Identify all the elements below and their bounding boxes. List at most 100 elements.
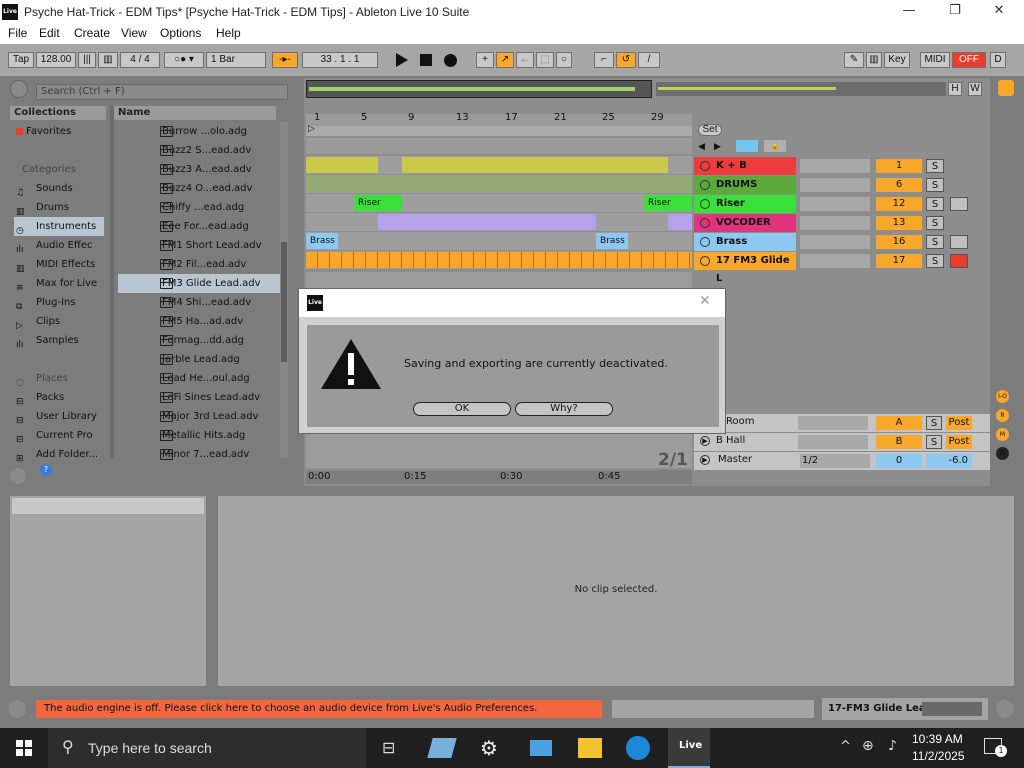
app-icon[interactable] [427,738,457,758]
solo-button[interactable]: S [926,235,944,249]
menu-view[interactable]: View [121,26,147,40]
track-number[interactable]: 16 [876,235,922,249]
sidebar-item-current-project[interactable]: Current Pro ⊟ [14,426,93,445]
h-toggle[interactable]: H [948,82,962,96]
chevron-up-icon[interactable]: ^ [840,739,851,754]
lane-vocoder[interactable] [306,213,692,231]
track-activator-icon[interactable] [700,199,710,209]
nudge-icon[interactable]: ||| [78,52,96,68]
loop-icon[interactable]: ↺ [616,52,636,68]
detail-toggle-icon[interactable] [8,700,26,718]
clip-brass[interactable]: Brass [306,233,338,249]
menu-edit[interactable]: Edit [39,26,60,40]
sidebar-item-samples[interactable]: Samples ılı [14,331,79,350]
solo-button[interactable]: S [926,254,944,268]
solo-button[interactable]: S [926,159,944,173]
menu-options[interactable]: Options [160,26,201,40]
sidebar-item-sounds[interactable]: Sounds ♫ [14,179,73,198]
lane-drums[interactable] [306,175,692,193]
info-icon[interactable]: ? [40,464,52,476]
quantize-select[interactable]: 1 Bar [206,52,266,68]
track-number[interactable]: 6 [876,178,922,192]
record-arm-button[interactable] [950,197,968,211]
audio-engine-warning[interactable]: The audio engine is off. Please click he… [36,700,602,718]
file-list-item[interactable]: Jarble Lead.adg [118,350,288,369]
overdub-icon[interactable]: + [476,52,494,68]
draw-curve-icon[interactable]: ⌐ [594,52,614,68]
sidebar-item-packs[interactable]: Packs ⊟ [14,388,64,407]
file-list-item[interactable]: LoFi Sines Lead.adv [118,388,288,407]
file-list-item[interactable]: Metallic Hits.adg [118,426,288,445]
lane-fm3[interactable] [306,251,692,269]
browser-hide-icon[interactable] [10,468,26,484]
track-number[interactable]: 13 [876,216,922,230]
solo-button[interactable]: S [926,416,942,430]
post-button[interactable]: Post [946,435,972,449]
side-marker-button[interactable]: D [996,447,1009,460]
sidebar-item-max-for-live[interactable]: Max for Live ≡ [14,274,97,293]
track-header[interactable]: VOCODER 13 S [694,214,990,232]
menu-icon[interactable] [998,80,1014,96]
scrollbar[interactable] [280,122,288,458]
lane-brass[interactable]: Brass Brass [306,232,692,250]
key-map-button[interactable]: Key [884,52,910,68]
track-header[interactable]: K + B 1S [694,157,990,175]
back-to-arrangement-icon[interactable]: ← [516,52,534,68]
punch-icon[interactable]: / [638,52,660,68]
mixer-slot[interactable] [800,197,870,211]
browser-toggle-icon[interactable] [10,80,28,98]
search-input[interactable]: Search (Ctrl + F) [36,84,288,100]
solo-button[interactable]: S [926,197,944,211]
file-list-item[interactable]: Formag...dd.adg [118,331,288,350]
close-button[interactable]: ✕ [976,0,1022,24]
clip-brass[interactable]: Brass [596,233,628,249]
sidebar-item-favorites[interactable]: Favorites [14,122,71,141]
track-activator-icon[interactable] [700,237,710,247]
lane-kb[interactable] [306,156,692,174]
track-name[interactable]: 17 FM3 Glide L [694,252,796,284]
stop-icon[interactable] [420,54,432,66]
metronome-icon[interactable]: ○● ▾ [164,52,204,68]
master-track[interactable]: ▶ Master 1/2 0 -6.0 [694,452,990,470]
file-list-item[interactable]: Eee For...ead.adg [118,217,288,236]
panel-divider[interactable] [110,106,114,458]
file-list-item[interactable]: Buzz2 S...ead.adv [118,141,288,160]
clock-date[interactable]: 11/2/2025 [912,749,965,763]
dialog-close-button[interactable]: ✕ [699,293,711,309]
taskbar-live-app[interactable]: Live [668,728,710,768]
file-list-item[interactable]: FM1 Short Lead.adv [118,236,288,255]
master-route-select[interactable]: 1/2 [800,454,870,468]
track-number[interactable]: 1 [876,159,922,173]
track-activator-icon[interactable] [700,256,710,266]
settings-gear-icon[interactable]: ⚙ [480,736,498,760]
tempo-field[interactable]: 128.00 [36,52,76,68]
master-send[interactable]: 0 [876,454,922,468]
track-activator-icon[interactable] [700,161,710,171]
clock-time[interactable]: 10:39 AM [912,732,963,746]
track-name[interactable]: Brass [694,233,796,251]
name-column-header[interactable]: Name [114,106,276,120]
session-record-icon[interactable]: ○ [556,52,572,68]
sidebar-item-clips[interactable]: Clips ▷ [14,312,60,331]
draw-mode-icon[interactable]: ✎ [844,52,864,68]
metronome-grid-icon[interactable]: ▥ [98,52,118,68]
clip-riser[interactable]: Riser [354,195,402,211]
automation-arm-icon[interactable]: ↗ [496,52,514,68]
record-arm-button[interactable] [950,254,968,268]
sidebar-item-drums[interactable]: Drums ▥ [14,198,69,217]
track-number[interactable]: 12 [876,197,922,211]
prev-locator-icon[interactable]: ◀ [698,142,705,152]
ok-button[interactable]: OK [413,402,511,416]
file-list-item[interactable]: FM3 Glide Lead.adv [118,274,288,293]
task-view-icon[interactable]: ⊟ [382,738,395,757]
track-name[interactable]: VOCODER [694,214,796,232]
track-header[interactable]: DRUMS 6 S [694,176,990,194]
clip[interactable] [306,252,692,268]
post-button[interactable]: Post [946,416,972,430]
clip-riser[interactable]: Riser [644,195,692,211]
track-activator-icon[interactable] [700,218,710,228]
mixer-slot[interactable] [800,254,870,268]
clip[interactable] [306,157,378,173]
scrollbar-thumb[interactable] [281,242,287,362]
record-arm-button[interactable] [950,235,968,249]
